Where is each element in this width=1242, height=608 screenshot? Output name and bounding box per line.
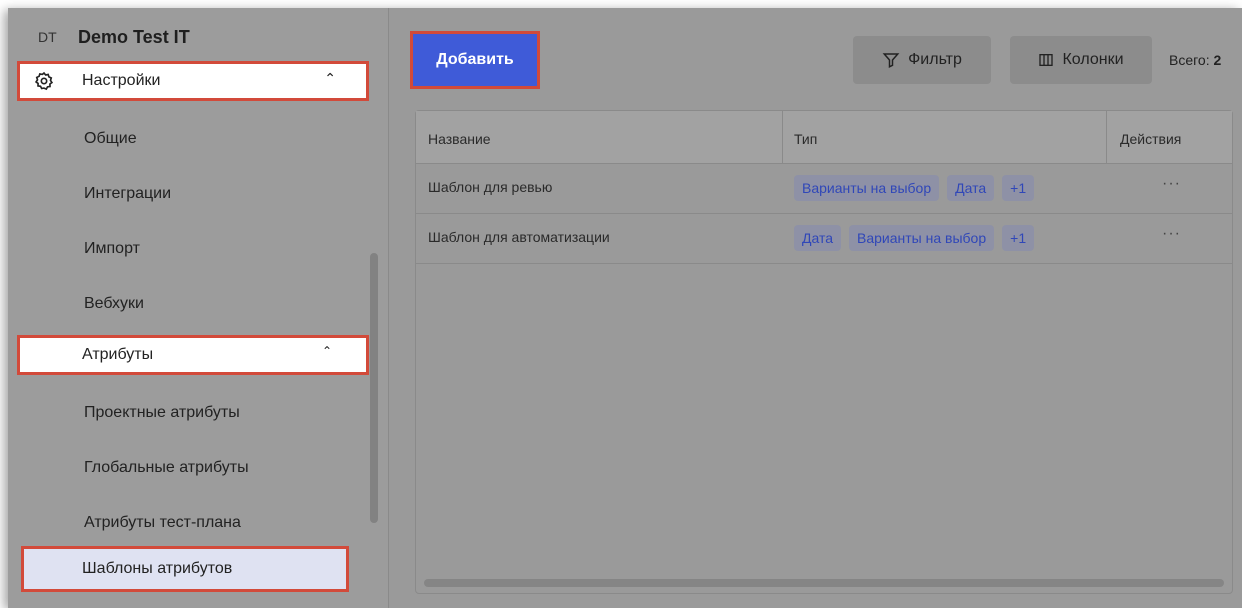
columns-icon <box>1039 54 1054 66</box>
total-label: Всего: <box>1169 52 1210 68</box>
chevron-up-icon: ⌃ <box>321 344 332 358</box>
type-chips: Дата Варианты на выбор +1 <box>794 225 1035 251</box>
main-content: Добавить Фильтр Колонки Всего: 2 Названи… <box>389 8 1242 608</box>
column-header-actions: Действия <box>1120 131 1182 147</box>
more-chip[interactable]: +1 <box>1002 175 1035 201</box>
sidebar-item-label: Вебхуки <box>84 295 144 312</box>
type-chip: Варианты на выбор <box>849 225 995 251</box>
sidebar-item-label: Проектные атрибуты <box>84 404 240 421</box>
sidebar-item-global-attributes[interactable]: Глобальные атрибуты <box>8 445 368 491</box>
sidebar-item-label: Импорт <box>84 240 140 257</box>
gear-icon <box>34 71 54 91</box>
row-actions-menu[interactable]: ··· <box>1162 225 1181 243</box>
filter-icon <box>882 53 900 68</box>
templates-table: Название Тип Действия Шаблон для ревью В… <box>415 110 1233 594</box>
sidebar-item-testplan-attributes[interactable]: Атрибуты тест-плана <box>8 500 368 546</box>
column-divider[interactable] <box>782 111 783 163</box>
table-row[interactable]: Шаблон для ревью Варианты на выбор Дата … <box>416 163 1232 214</box>
type-chip: Дата <box>794 225 842 251</box>
sidebar-item-label: Общие <box>84 130 137 147</box>
sidebar-item-label: Глобальные атрибуты <box>84 459 249 476</box>
sidebar-item-integrations[interactable]: Интеграции <box>8 171 368 217</box>
column-divider[interactable] <box>1106 111 1107 163</box>
project-abbr: DT <box>38 29 57 45</box>
sidebar-scrollbar[interactable] <box>370 253 378 523</box>
sidebar: DT Demo Test IT Настройки ⌃ Общие Интегр… <box>8 8 389 608</box>
total-value: 2 <box>1213 52 1222 68</box>
columns-label: Колонки <box>1062 51 1124 68</box>
project-name: Demo Test IT <box>78 26 190 47</box>
type-chip: Варианты на выбор <box>794 175 940 201</box>
template-name: Шаблон для автоматизации <box>428 229 610 245</box>
sidebar-item-label: Интеграции <box>84 185 172 202</box>
table-row[interactable]: Шаблон для автоматизации Дата Варианты н… <box>416 213 1232 264</box>
sidebar-item-label: Атрибуты тест-плана <box>84 514 241 531</box>
filter-label: Фильтр <box>908 51 962 68</box>
more-chip[interactable]: +1 <box>1002 225 1035 251</box>
column-header-name[interactable]: Название <box>428 131 491 147</box>
sidebar-item-project-attributes[interactable]: Проектные атрибуты <box>8 390 368 436</box>
table-header: Название Тип Действия <box>416 111 1232 164</box>
chevron-up-icon: ⌃ <box>324 70 336 86</box>
sidebar-item-label: Шаблоны атрибутов <box>82 560 233 577</box>
filter-button[interactable]: Фильтр <box>853 36 991 84</box>
type-chips: Варианты на выбор Дата +1 <box>794 175 1035 201</box>
column-header-type[interactable]: Тип <box>794 131 817 147</box>
project-header[interactable]: DT Demo Test IT <box>38 22 190 52</box>
sidebar-item-general[interactable]: Общие <box>8 116 368 162</box>
app-window: DT Demo Test IT Настройки ⌃ Общие Интегр… <box>8 8 1242 608</box>
sidebar-item-attributes[interactable]: Атрибуты ⌃ <box>17 335 369 375</box>
sidebar-item-attribute-templates[interactable]: Шаблоны атрибутов <box>21 546 349 592</box>
sidebar-item-settings[interactable]: Настройки ⌃ <box>17 61 369 101</box>
total-count: Всего: 2 <box>1169 52 1221 68</box>
sidebar-item-import[interactable]: Импорт <box>8 226 368 272</box>
row-actions-menu[interactable]: ··· <box>1162 175 1181 193</box>
type-chip: Дата <box>947 175 995 201</box>
template-name: Шаблон для ревью <box>428 179 553 195</box>
sidebar-item-label: Атрибуты <box>82 346 154 363</box>
table-horizontal-scrollbar[interactable] <box>424 579 1224 587</box>
sidebar-item-webhooks[interactable]: Вебхуки <box>8 281 368 327</box>
add-button[interactable]: Добавить <box>410 31 540 89</box>
columns-button[interactable]: Колонки <box>1010 36 1152 84</box>
sidebar-item-label: Настройки <box>82 72 161 89</box>
